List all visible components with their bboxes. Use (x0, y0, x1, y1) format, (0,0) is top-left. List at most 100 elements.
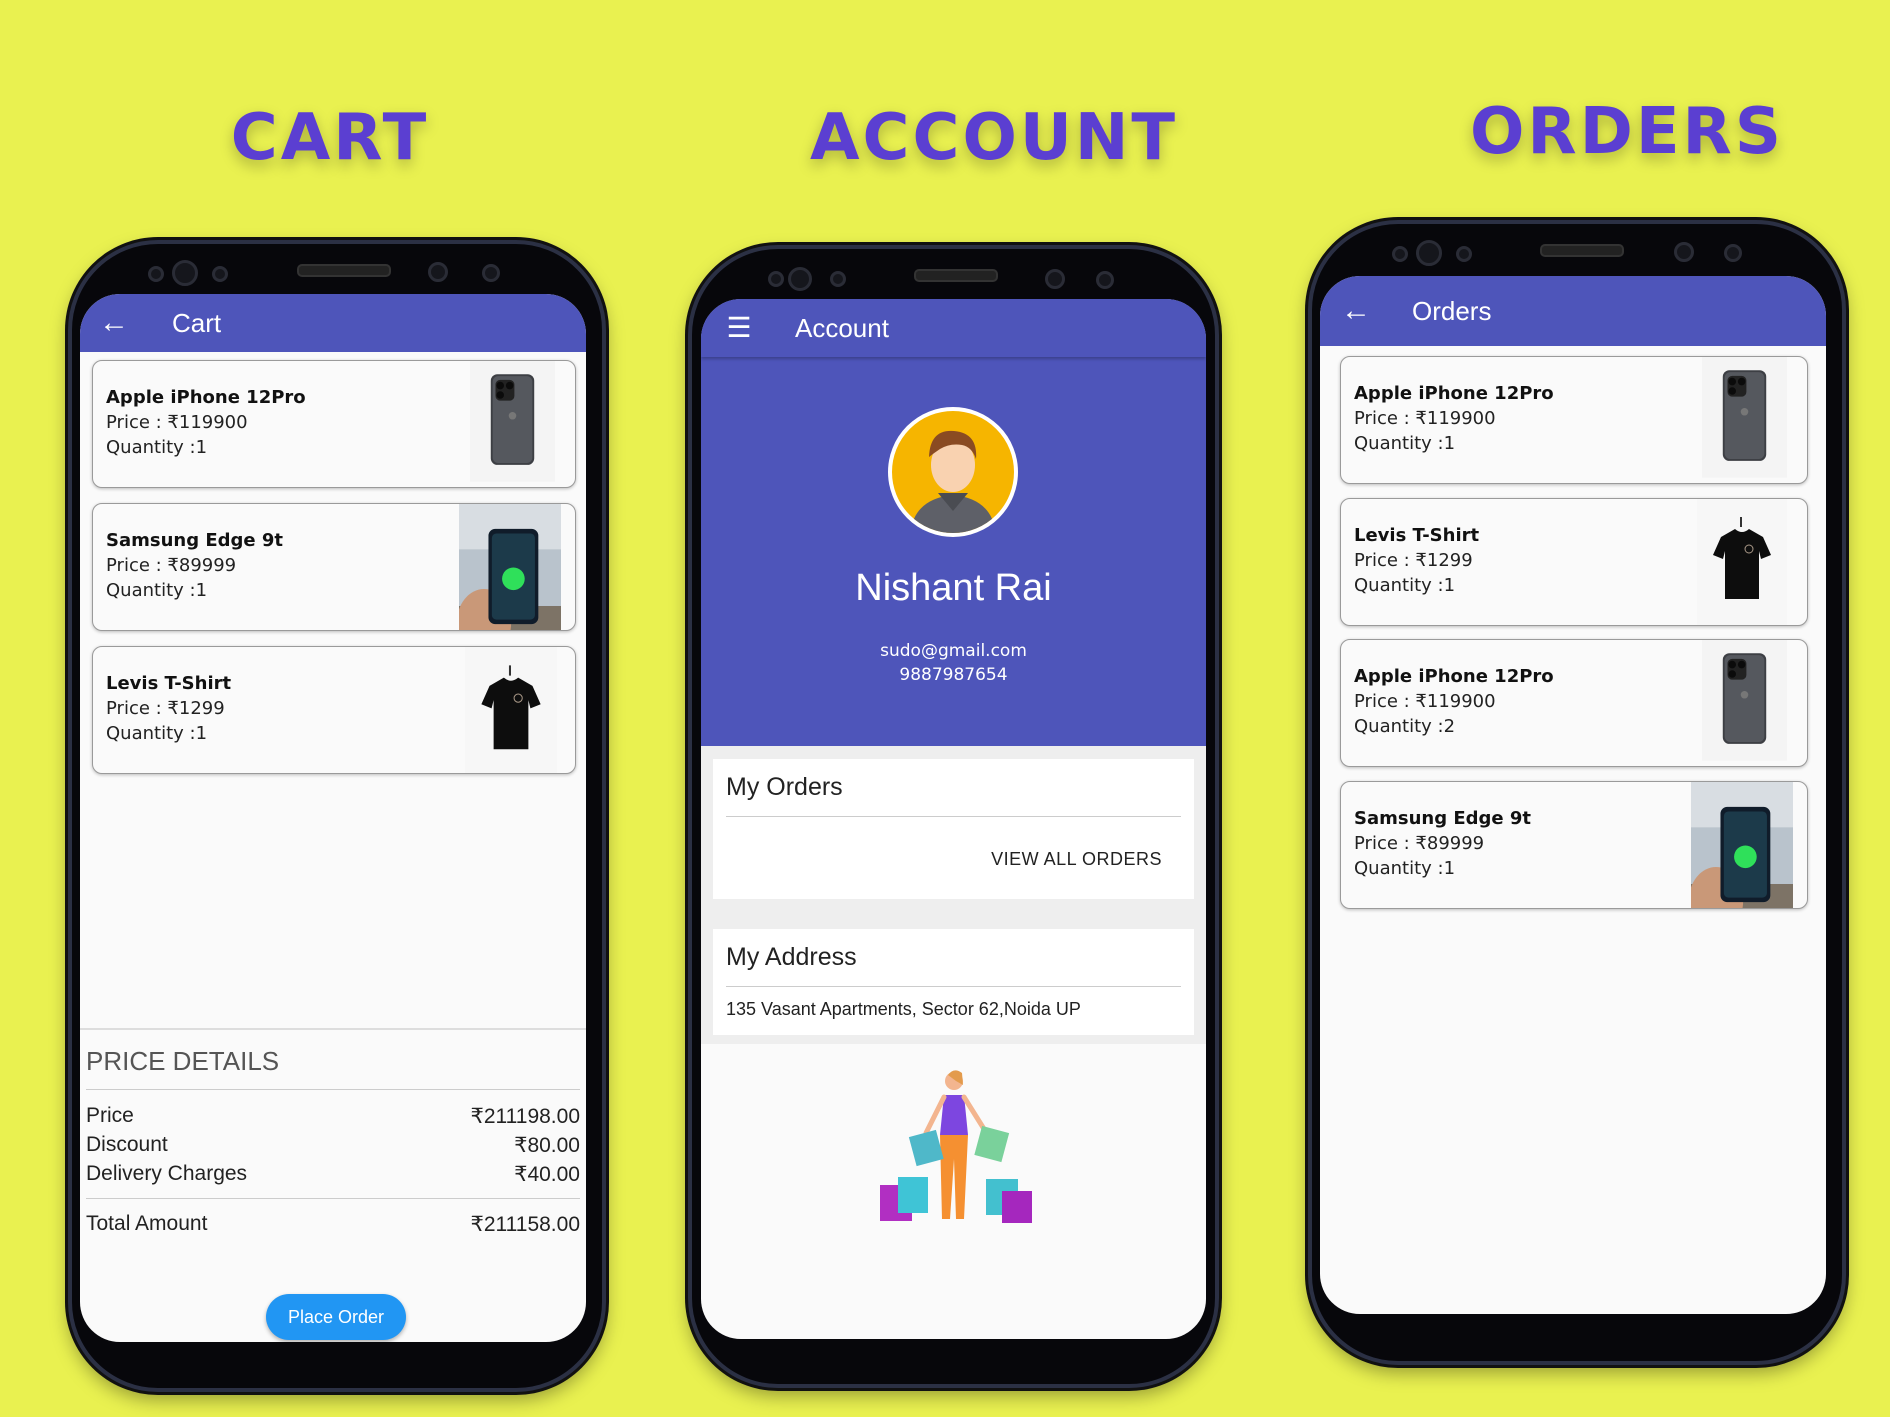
speaker-grille (297, 264, 391, 277)
delivery-value: ₹40.00 (514, 1163, 580, 1186)
sensor-dot (1096, 271, 1114, 289)
back-arrow-icon[interactable]: ← (94, 294, 134, 352)
tshirt-thumbnail (1697, 499, 1787, 626)
account-heading: ACCOUNT (810, 101, 1179, 175)
samsung-thumbnail (459, 504, 561, 631)
discount-label: Discount (86, 1133, 168, 1156)
samsung-thumbnail (1691, 782, 1793, 909)
delivery-row: Delivery Charges ₹40.00 (86, 1162, 580, 1186)
account-screen: ☰ Account Nishant Rai sudo@gmail.com 988… (701, 299, 1206, 1339)
cart-item[interactable]: Levis T-Shirt Price : ₹1299 Quantity :1 (92, 646, 576, 774)
sensor-dot (1674, 242, 1694, 262)
product-quantity: Quantity :1 (1354, 575, 1456, 596)
total-row: Total Amount ₹211158.00 (86, 1212, 580, 1236)
price-details-divider (80, 1028, 586, 1030)
total-value: ₹211158.00 (470, 1213, 580, 1236)
divider (86, 1198, 580, 1199)
sensor-dot (428, 262, 448, 282)
account-title: Account (795, 313, 889, 343)
price-label: Price (86, 1104, 134, 1127)
user-email: sudo@gmail.com (880, 641, 1027, 661)
my-address-card: My Address 135 Vasant Apartments, Sector… (713, 929, 1194, 1035)
product-price: Price : ₹1299 (1354, 550, 1473, 571)
account-app-bar: ☰ Account (701, 299, 1206, 357)
order-item[interactable]: Samsung Edge 9t Price : ₹89999 Quantity … (1340, 781, 1808, 909)
tshirt-thumbnail (465, 647, 557, 774)
product-price: Price : ₹1299 (106, 698, 225, 719)
sensor-dot (1724, 244, 1742, 262)
product-price: Price : ₹119900 (1354, 408, 1496, 429)
orders-title: Orders (1412, 296, 1492, 326)
cart-phone-frame: ← Cart Apple iPhone 12Pro Price : ₹11990… (68, 240, 606, 1392)
iphone-thumbnail (1702, 640, 1787, 761)
front-camera (788, 267, 812, 291)
discount-value: ₹80.00 (514, 1134, 580, 1157)
orders-screen: ← Orders Apple iPhone 12Pro Price : ₹119… (1320, 276, 1826, 1314)
price-row: Price ₹211198.00 (86, 1104, 580, 1128)
sensor-dot (1045, 269, 1065, 289)
orders-phone-frame: ← Orders Apple iPhone 12Pro Price : ₹119… (1308, 220, 1846, 1365)
product-quantity: Quantity :1 (106, 437, 208, 458)
product-quantity: Quantity :2 (1354, 716, 1456, 737)
my-address-heading: My Address (726, 943, 857, 971)
cart-item[interactable]: Samsung Edge 9t Price : ₹89999 Quantity … (92, 503, 576, 631)
cart-heading: CART (230, 101, 430, 175)
product-quantity: Quantity :1 (1354, 433, 1456, 454)
divider (86, 1089, 580, 1090)
discount-row: Discount ₹80.00 (86, 1133, 580, 1157)
cart-item[interactable]: Apple iPhone 12Pro Price : ₹119900 Quant… (92, 360, 576, 488)
price-details-heading: PRICE DETAILS (86, 1046, 280, 1076)
sensor-dot (768, 271, 784, 287)
shopping-illustration (880, 1070, 1032, 1223)
speaker-grille (914, 269, 998, 282)
sensor-dot (1392, 246, 1408, 262)
iphone-thumbnail (470, 361, 555, 482)
product-price: Price : ₹89999 (106, 555, 237, 576)
orders-app-bar: ← Orders (1320, 276, 1826, 346)
product-name: Apple iPhone 12Pro (106, 387, 306, 408)
iphone-thumbnail (1702, 357, 1787, 478)
orders-heading: ORDERS (1470, 95, 1784, 169)
user-phone: 9887987654 (899, 665, 1008, 685)
product-name: Levis T-Shirt (1354, 525, 1480, 546)
order-item[interactable]: Apple iPhone 12Pro Price : ₹119900 Quant… (1340, 356, 1808, 484)
view-all-orders-button[interactable]: VIEW ALL ORDERS (991, 849, 1162, 870)
sensor-dot (830, 271, 846, 287)
user-name: Nishant Rai (855, 567, 1052, 609)
product-name: Levis T-Shirt (106, 673, 232, 694)
order-item[interactable]: Apple iPhone 12Pro Price : ₹119900 Quant… (1340, 639, 1808, 767)
sensor-dot (148, 266, 164, 282)
product-name: Apple iPhone 12Pro (1354, 383, 1554, 404)
place-order-button[interactable]: Place Order (266, 1294, 406, 1340)
delivery-label: Delivery Charges (86, 1162, 248, 1185)
cart-app-bar: ← Cart (80, 294, 586, 352)
address-text: 135 Vasant Apartments, Sector 62,Noida U… (726, 999, 1081, 1019)
sensor-dot (482, 264, 500, 282)
front-camera (172, 260, 198, 286)
product-name: Samsung Edge 9t (1354, 808, 1532, 829)
price-value: ₹211198.00 (470, 1105, 580, 1128)
my-orders-heading: My Orders (726, 773, 843, 801)
divider (726, 986, 1181, 987)
account-phone-frame: ☰ Account Nishant Rai sudo@gmail.com 988… (688, 245, 1219, 1388)
product-price: Price : ₹89999 (1354, 833, 1485, 854)
speaker-grille (1540, 244, 1624, 257)
cart-screen: ← Cart Apple iPhone 12Pro Price : ₹11990… (80, 294, 586, 1342)
product-price: Price : ₹119900 (1354, 691, 1496, 712)
sensor-dot (1456, 246, 1472, 262)
product-price: Price : ₹119900 (106, 412, 248, 433)
product-quantity: Quantity :1 (106, 723, 208, 744)
cart-title: Cart (172, 308, 222, 338)
avatar (888, 407, 1018, 537)
total-label: Total Amount (86, 1212, 208, 1235)
sensor-dot (212, 266, 228, 282)
divider (726, 816, 1181, 817)
product-quantity: Quantity :1 (1354, 858, 1456, 879)
front-camera (1416, 240, 1442, 266)
product-quantity: Quantity :1 (106, 580, 208, 601)
product-name: Samsung Edge 9t (106, 530, 284, 551)
back-arrow-icon[interactable]: ← (1336, 276, 1376, 346)
product-name: Apple iPhone 12Pro (1354, 666, 1554, 687)
order-item[interactable]: Levis T-Shirt Price : ₹1299 Quantity :1 (1340, 498, 1808, 626)
menu-icon[interactable]: ☰ (719, 299, 759, 357)
